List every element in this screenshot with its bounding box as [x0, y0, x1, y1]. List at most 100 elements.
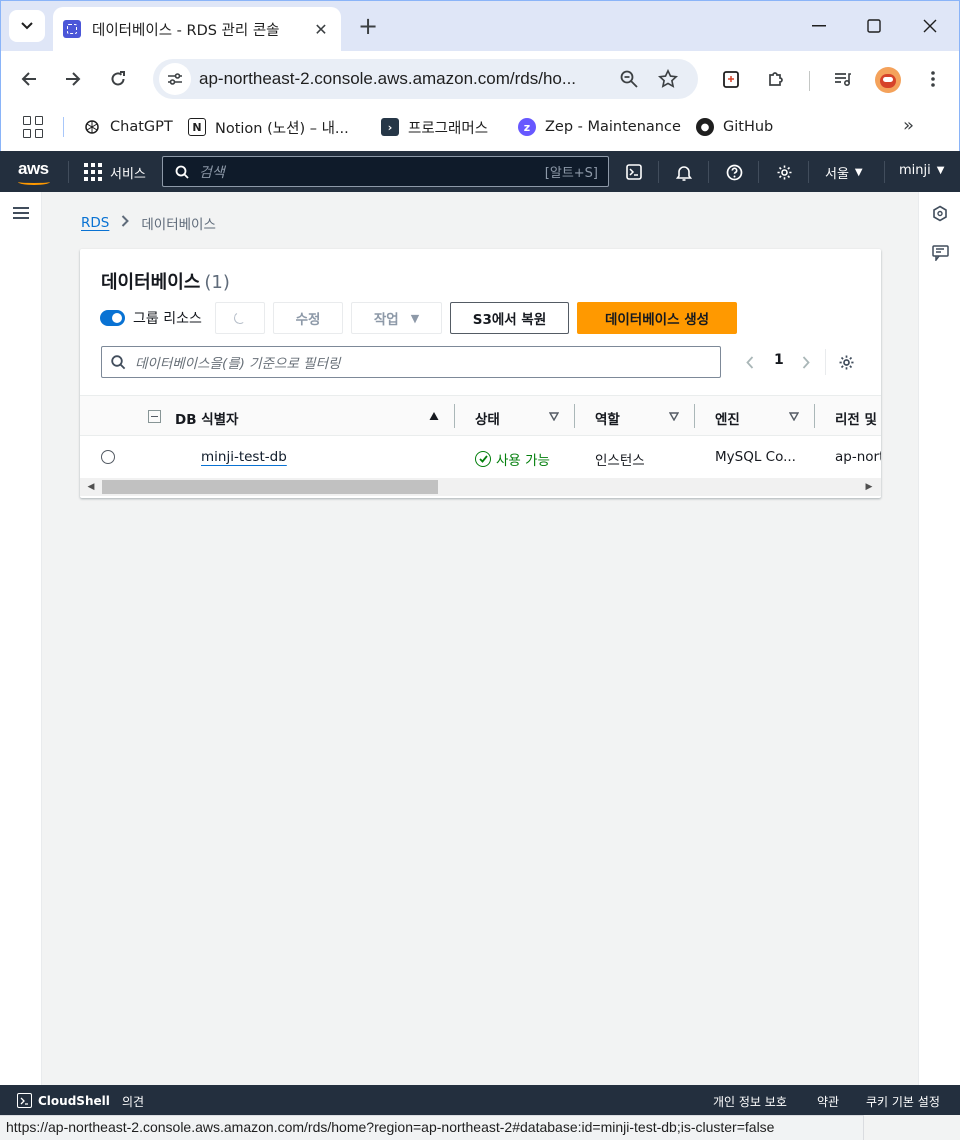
column-divider[interactable]	[814, 404, 815, 428]
collapse-all-icon[interactable]	[148, 410, 161, 423]
bookmark-chatgpt[interactable]: ChatGPT	[83, 113, 173, 141]
scroll-left-icon[interactable]: ◀	[85, 481, 97, 493]
extensions-puzzle-icon[interactable]	[760, 63, 792, 95]
actions-dropdown-button[interactable]: 작업 ▼	[351, 302, 442, 334]
pagination-next-icon[interactable]	[798, 352, 814, 372]
column-header-db-identifier[interactable]: DB 식별자	[175, 408, 238, 428]
programmers-icon: ›	[381, 118, 399, 136]
services-menu-button[interactable]: 서비스	[84, 161, 146, 183]
tab-close-icon[interactable]: ✕	[311, 19, 331, 39]
nav-divider	[808, 161, 809, 183]
aws-logo[interactable]: aws	[18, 159, 49, 179]
account-menu[interactable]: minji ▼	[899, 163, 944, 178]
create-label: 데이터베이스 생성	[604, 312, 710, 328]
browser-status-url: https://ap-northeast-2.console.aws.amazo…	[0, 1115, 864, 1140]
scroll-right-icon[interactable]: ▶	[863, 481, 875, 493]
column-header-role[interactable]: 역할	[595, 408, 620, 428]
table-preferences-gear-icon[interactable]	[836, 352, 856, 372]
filter-input[interactable]: 데이터베이스을(를) 기준으로 필터링	[101, 346, 721, 378]
group-resources-toggle[interactable]	[100, 310, 125, 326]
panel-count: (1)	[204, 272, 230, 293]
info-panel-icon[interactable]	[931, 204, 949, 222]
column-header-region[interactable]: 리전 및	[835, 408, 877, 428]
services-label: 서비스	[110, 166, 146, 182]
column-header-engine[interactable]: 엔진	[715, 408, 740, 428]
cookie-preferences-link[interactable]: 쿠키 기본 설정	[866, 1093, 940, 1110]
cloudshell-footer-button[interactable]: CloudShell	[17, 1093, 110, 1108]
bookmark-notion[interactable]: N Notion (노션) – 내...	[188, 113, 349, 141]
status-badge: 사용 가능	[475, 449, 550, 469]
pagination-prev-icon[interactable]	[742, 352, 758, 372]
media-queue-icon[interactable]	[827, 63, 859, 95]
zoom-icon[interactable]	[613, 63, 645, 95]
row-select-radio[interactable]	[101, 450, 115, 464]
sort-icon[interactable]	[549, 411, 559, 421]
notion-icon: N	[188, 118, 206, 136]
nav-divider	[884, 161, 885, 183]
browser-tab-active[interactable]: 데이터베이스 - RDS 관리 콘솔 ✕	[53, 7, 341, 51]
bookmarks-divider	[63, 117, 64, 137]
privacy-link[interactable]: 개인 정보 보호	[713, 1093, 787, 1110]
scrollbar-thumb[interactable]	[102, 480, 438, 494]
cloudshell-icon[interactable]	[622, 160, 646, 184]
modify-button[interactable]: 수정	[273, 302, 343, 334]
extension-notebook-icon[interactable]	[715, 63, 747, 95]
more-bookmarks-icon[interactable]: »	[903, 115, 914, 136]
breadcrumb-rds-link[interactable]: RDS	[81, 215, 109, 231]
address-bar[interactable]: ap-northeast-2.console.aws.amazon.com/rd…	[153, 59, 698, 99]
notifications-bell-icon[interactable]	[672, 160, 696, 184]
rds-favicon-icon	[63, 20, 81, 38]
refresh-button[interactable]	[215, 302, 265, 334]
table-header: DB 식별자 상태 역할 엔진 리전 및	[80, 395, 881, 436]
bookmark-github[interactable]: ● GitHub	[696, 113, 773, 141]
actions-label: 작업	[373, 312, 399, 328]
sort-icon[interactable]	[669, 411, 679, 421]
maximize-icon[interactable]	[859, 11, 889, 41]
feedback-panel-icon[interactable]	[931, 244, 949, 262]
pager-divider	[825, 349, 826, 375]
horizontal-scrollbar[interactable]: ◀ ▶	[80, 478, 881, 496]
feedback-link[interactable]: 의견	[122, 1093, 144, 1110]
create-database-button[interactable]: 데이터베이스 생성	[577, 302, 737, 334]
restore-from-s3-button[interactable]: S3에서 복원	[450, 302, 569, 334]
bookmark-programmers[interactable]: › 프로그래머스	[381, 113, 488, 141]
back-icon[interactable]	[13, 63, 45, 95]
panel-title-text: 데이터베이스	[101, 272, 201, 293]
aws-search-input[interactable]: 검색 [알트+S]	[162, 156, 609, 187]
settings-gear-icon[interactable]	[772, 160, 796, 184]
status-success-icon	[475, 451, 491, 467]
aws-logo-smile	[18, 179, 50, 185]
reload-icon[interactable]	[102, 63, 134, 95]
forward-icon[interactable]	[57, 63, 89, 95]
db-identifier-link[interactable]: minji-test-db	[201, 449, 287, 465]
url-text: ap-northeast-2.console.aws.amazon.com/rd…	[199, 69, 577, 88]
apps-grid-icon[interactable]	[23, 116, 45, 138]
profile-avatar[interactable]	[875, 67, 901, 93]
sort-ascending-icon[interactable]	[429, 411, 439, 421]
group-resources-label: 그룹 리소스	[133, 311, 202, 327]
table-row[interactable]: minji-test-db 사용 가능 인스턴스 MySQL Co... ap-…	[80, 436, 881, 477]
menu-hamburger-icon[interactable]	[13, 207, 29, 219]
search-icon	[175, 165, 189, 179]
column-divider[interactable]	[454, 404, 455, 428]
column-divider[interactable]	[694, 404, 695, 428]
new-tab-button[interactable]: +	[355, 11, 381, 41]
close-window-icon[interactable]	[915, 11, 945, 41]
bookmark-star-icon[interactable]	[652, 63, 684, 95]
chatgpt-icon	[83, 118, 101, 136]
region-selector[interactable]: 서울 ▼	[825, 163, 863, 182]
column-divider[interactable]	[574, 404, 575, 428]
tab-title: 데이터베이스 - RDS 관리 콘솔	[92, 22, 280, 39]
site-info-icon[interactable]	[159, 63, 191, 95]
search-icon	[109, 353, 127, 371]
region-cell: ap-nort	[835, 449, 881, 465]
column-header-status[interactable]: 상태	[475, 408, 500, 428]
sort-icon[interactable]	[789, 411, 799, 421]
pagination-current-page[interactable]: 1	[774, 352, 784, 368]
terms-link[interactable]: 약관	[817, 1093, 839, 1110]
minimize-icon[interactable]	[804, 11, 834, 41]
tab-search-button[interactable]	[9, 10, 45, 42]
help-icon[interactable]	[722, 160, 746, 184]
browser-menu-icon[interactable]	[917, 63, 949, 95]
bookmark-zep[interactable]: z Zep - Maintenance	[518, 113, 681, 141]
